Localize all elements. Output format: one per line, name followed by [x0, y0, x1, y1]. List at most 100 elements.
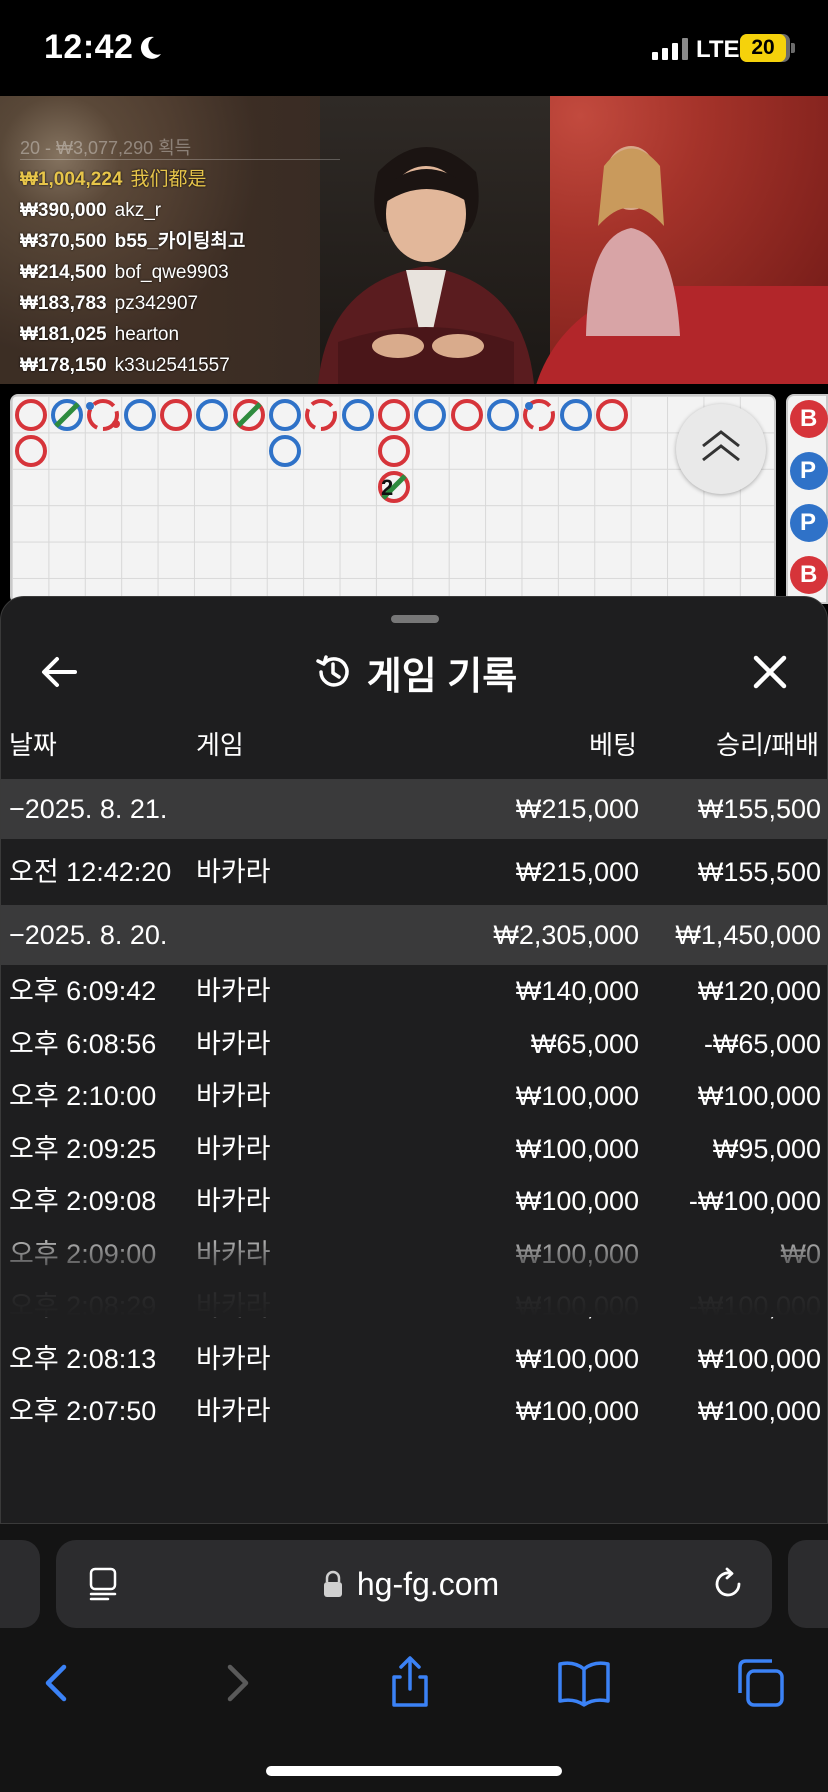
- dealer-figure: [586, 146, 680, 336]
- chevron-right-icon: [227, 1664, 249, 1702]
- winners-feed: 20 - ₩3,077,290 획득 ₩1,004,224 我们都是 ₩390,0…: [20, 134, 340, 381]
- banker-mark: [305, 399, 337, 431]
- row-result: -₩100,000: [688, 1186, 821, 1216]
- row-result: ₩155,500: [697, 857, 821, 887]
- side-road-mark: P: [790, 504, 828, 542]
- history-row[interactable]: 오후 2:08:13 바카라 ₩100,000 ₩100,000: [1, 1333, 827, 1386]
- sheet-title-text: 게임 기록: [366, 655, 518, 698]
- column-header-bet: 베팅: [589, 730, 637, 760]
- row-game: 바카라: [196, 1396, 271, 1426]
- row-bet: ₩215,000: [515, 794, 639, 824]
- history-row[interactable]: 오후 6:08:56 바카라 ₩65,000 -₩65,000: [1, 1018, 827, 1071]
- feed-amount: ₩390,000: [20, 200, 107, 221]
- bookmarks-button[interactable]: [556, 1655, 612, 1711]
- row-bet: ₩100,000: [515, 1291, 639, 1321]
- row-game: 바카라: [196, 1343, 271, 1374]
- feed-amount: ₩1,004,224: [20, 169, 123, 190]
- column-header-date: 날짜: [9, 730, 57, 760]
- history-icon: [316, 655, 349, 687]
- row-bet: ₩140,000: [515, 976, 639, 1006]
- row-bet: ₩100,000: [515, 1396, 639, 1426]
- feed-amount: ₩178,150: [20, 355, 107, 376]
- feed-row: ₩178,150 k33u2541557: [20, 350, 340, 381]
- row-bet: ₩100,000: [515, 1238, 639, 1269]
- row-game: 바카라: [196, 1133, 271, 1164]
- banker-mark: [596, 399, 628, 431]
- feed-user: k33u2541557: [114, 355, 230, 376]
- share-button[interactable]: [382, 1655, 438, 1711]
- history-row[interactable]: 오후 2:08:29 바카라 ₩100,000 -₩100,000: [1, 1280, 827, 1333]
- column-header-game: 게임: [196, 730, 244, 760]
- row-date: 오후 2:08:13: [9, 1343, 157, 1374]
- row-date: 오후 2:10:00: [9, 1081, 157, 1111]
- history-row[interactable]: 오후 2:09:08 바카라 ₩100,000 -₩100,000: [1, 1175, 827, 1228]
- history-row[interactable]: 오후 6:09:42 바카라 ₩140,000 ₩120,000: [1, 965, 827, 1018]
- history-row[interactable]: 오후 2:09:00 바카라 ₩100,000 ₩0: [1, 1228, 827, 1281]
- bead-road-marks: [15, 399, 628, 503]
- banker-mark: [378, 399, 410, 431]
- player-mark: [414, 399, 446, 431]
- row-date: 오후 2:07:50: [9, 1396, 157, 1426]
- previous-tab-preview[interactable]: [0, 1540, 40, 1628]
- history-row[interactable]: 오후 2:10:00 바카라 ₩100,000 ₩100,000: [1, 1070, 827, 1123]
- feed-user: b55_카이팅최고: [114, 231, 246, 252]
- signal-icon: [652, 36, 688, 60]
- row-result: ₩100,000: [697, 1396, 821, 1426]
- history-table[interactable]: −2025. 8. 21. ₩215,000 ₩155,500 오전 12:42:20…: [1, 779, 827, 1487]
- date-group-row[interactable]: −2025. 8. 20. ₩2,305,000 ₩1,450,000: [1, 905, 827, 965]
- row-game: 바카라: [196, 1028, 271, 1059]
- row-date: 오후 2:09:08: [9, 1186, 157, 1216]
- tabs-button[interactable]: [732, 1655, 788, 1711]
- address-bar[interactable]: hg-fg.com: [56, 1540, 772, 1628]
- home-indicator: [266, 1766, 562, 1776]
- row-game: 바카라: [196, 1186, 271, 1216]
- side-road-mark: P: [790, 452, 828, 490]
- history-row[interactable]: 오전 12:42:20 바카라 ₩215,000 ₩155,500: [1, 841, 827, 903]
- chevron-double-up-icon: [702, 430, 740, 462]
- row-bet: ₩100,000: [515, 1186, 639, 1216]
- row-result: ₩95,000: [712, 1133, 821, 1164]
- row-date: 오전 12:42:20: [9, 857, 172, 887]
- row-date: 오후 2:09:00: [9, 1238, 157, 1269]
- feed-user: pz342907: [114, 293, 199, 314]
- banker-mark: [160, 399, 192, 431]
- date-group-row[interactable]: −2025. 8. 21. ₩215,000 ₩155,500: [1, 779, 827, 839]
- row-bet: ₩65,000: [530, 1028, 639, 1059]
- banker-mark: [451, 399, 483, 431]
- feed-amount: ₩370,500: [20, 231, 107, 252]
- sheet-grabber[interactable]: [391, 615, 439, 623]
- network-label: LTE: [696, 36, 740, 63]
- row-result: ₩155,500: [697, 794, 821, 824]
- nav-back-button[interactable]: [30, 1655, 86, 1711]
- row-bet: ₩2,305,000: [493, 920, 639, 950]
- nav-forward-button[interactable]: [208, 1655, 264, 1711]
- pair-dot: [525, 402, 533, 410]
- feed-user: hearton: [114, 324, 180, 345]
- feed-user: bof_qwe9903: [114, 262, 229, 283]
- row-bet: ₩100,000: [515, 1343, 639, 1374]
- feed-row: ₩183,783 pz342907: [20, 288, 340, 319]
- history-row[interactable]: 오후 2:09:25 바카라 ₩100,000 ₩95,000: [1, 1123, 827, 1176]
- close-icon: [753, 655, 787, 689]
- tabs-icon: [738, 1659, 784, 1707]
- player-mark: [560, 399, 592, 431]
- reload-icon[interactable]: [710, 1566, 746, 1602]
- feed-header: 20 - ₩3,077,290 획득: [20, 134, 340, 160]
- next-tab-preview[interactable]: [788, 1540, 828, 1628]
- row-date: 오후 6:08:56: [9, 1028, 157, 1059]
- row-bet: ₩215,000: [515, 857, 639, 887]
- live-video[interactable]: 20 - ₩3,077,290 획득 ₩1,004,224 我们都是 ₩390,0…: [0, 96, 828, 384]
- row-result: ₩120,000: [697, 976, 821, 1006]
- player-mark: [124, 399, 156, 431]
- row-date: −2025. 8. 21.: [9, 794, 168, 824]
- history-row[interactable]: 오후 2:07:50 바카라 ₩100,000 ₩100,000: [1, 1385, 827, 1438]
- player-mark: [269, 399, 301, 431]
- collapse-board-button[interactable]: [676, 404, 766, 494]
- tie-count-label: 2: [381, 475, 394, 500]
- battery-nub: [791, 43, 795, 53]
- battery-level: 20: [740, 34, 786, 62]
- row-game: 바카라: [196, 857, 271, 887]
- pair-dot: [112, 420, 120, 428]
- close-button[interactable]: [745, 647, 795, 697]
- row-date: 오후 2:09:25: [9, 1133, 157, 1164]
